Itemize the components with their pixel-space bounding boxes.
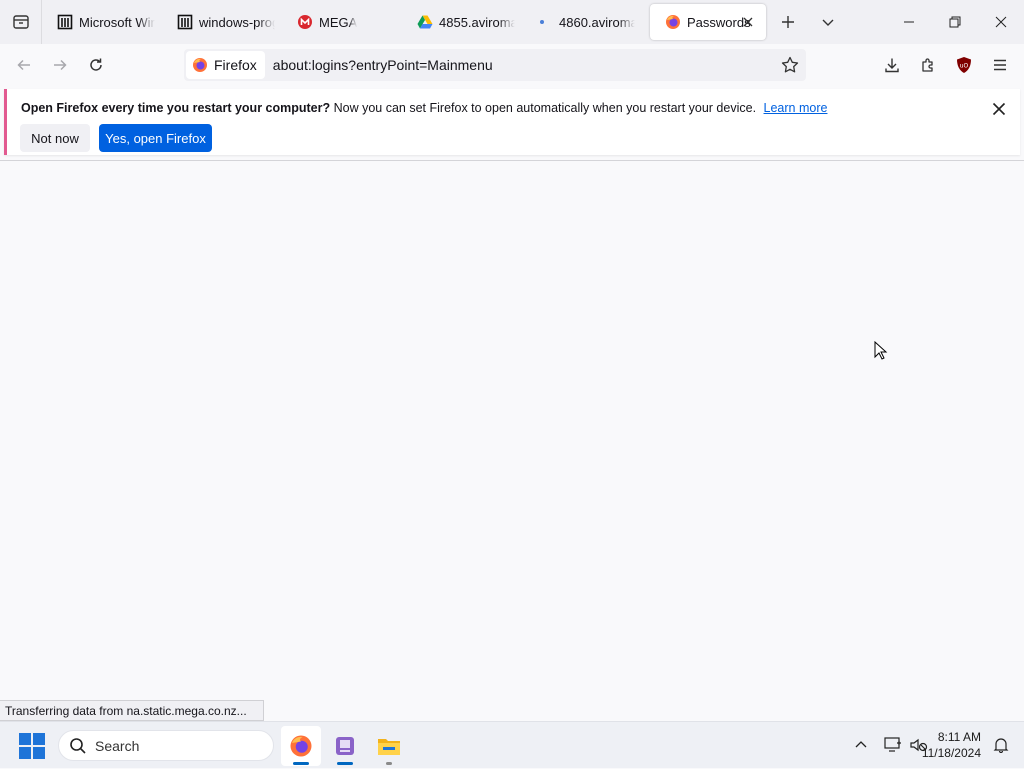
firefox-view-icon: [12, 15, 29, 29]
tab-label: windows-prog: [199, 14, 275, 30]
close-icon: [995, 16, 1007, 28]
toolbar-right: uO: [874, 49, 1018, 81]
taskbar-firefox[interactable]: [281, 726, 321, 766]
chevron-up-icon: [855, 741, 867, 748]
firefox-logo-icon: [665, 14, 681, 30]
identity-label: Firefox: [214, 57, 257, 73]
tab-passwords[interactable]: Passwords: [650, 4, 766, 40]
default-browser-notification: Open Firefox every time you restart your…: [4, 89, 1020, 155]
archive-icon: [57, 14, 73, 30]
clock-date: 11/18/2024: [921, 746, 981, 760]
taskbar-clock[interactable]: 8:11 AM 11/18/2024: [922, 729, 981, 761]
mega-logo-icon: [297, 14, 313, 30]
tab-label: MEGA: [319, 14, 358, 30]
learn-more-link[interactable]: Learn more: [764, 101, 828, 115]
restore-button[interactable]: [932, 0, 978, 44]
chevron-down-icon: [822, 19, 834, 26]
taskbar-search-box[interactable]: Search: [58, 730, 274, 761]
running-indicator: [337, 762, 353, 765]
running-indicator: [386, 762, 392, 765]
reload-icon: [90, 58, 102, 71]
windows-taskbar: Search 8:11 AM 11/18/2024: [0, 721, 1024, 768]
url-text[interactable]: about:logins?entryPoint=Mainmenu: [273, 57, 493, 73]
show-hidden-icons-button[interactable]: [850, 734, 872, 756]
app-window-icon: [336, 737, 354, 755]
new-tab-button[interactable]: [768, 4, 808, 40]
tab-microsoft-win[interactable]: Microsoft Win: [42, 4, 162, 40]
status-panel: Transferring data from na.static.mega.co…: [0, 700, 264, 721]
reload-button[interactable]: [78, 49, 114, 81]
close-window-button[interactable]: [978, 0, 1024, 44]
tab-label: Microsoft Win: [79, 14, 155, 30]
downloads-button[interactable]: [874, 49, 910, 81]
identity-box[interactable]: Firefox: [186, 51, 265, 79]
page-content: [0, 161, 1024, 700]
tab-label: 4855.aviroma: [439, 14, 515, 30]
tab-label: 4860.aviroma: [559, 14, 635, 30]
arrow-left-icon: [17, 59, 30, 71]
loading-dot-icon: [537, 14, 553, 30]
extensions-button[interactable]: [910, 49, 946, 81]
google-drive-icon: [417, 14, 433, 30]
svg-text:uO: uO: [960, 63, 969, 70]
minimize-icon: [904, 21, 914, 23]
tab-4860[interactable]: 4860.aviroma: [522, 4, 642, 40]
address-bar[interactable]: Firefox about:logins?entryPoint=Mainmenu: [184, 49, 806, 81]
list-all-tabs-button[interactable]: [808, 4, 848, 40]
navigation-toolbar: Firefox about:logins?entryPoint=Mainmenu…: [0, 44, 1024, 86]
bell-icon: [993, 738, 1009, 753]
close-icon: [992, 102, 1006, 116]
clock-time: 8:11 AM: [937, 730, 981, 744]
mouse-cursor-icon: [874, 341, 888, 360]
tab-windows-prog[interactable]: windows-prog: [162, 4, 282, 40]
network-icon-button[interactable]: [882, 734, 904, 756]
app-menu-button[interactable]: [982, 49, 1018, 81]
close-notification-button[interactable]: [988, 98, 1010, 120]
firefox-logo-icon: [193, 58, 207, 72]
ublock-shield-icon: uO: [957, 57, 971, 73]
bookmark-star-icon[interactable]: [780, 55, 800, 75]
close-tab-icon[interactable]: [740, 14, 756, 30]
restore-icon: [949, 16, 961, 28]
notifications-button[interactable]: [990, 734, 1012, 756]
taskbar-app-purple[interactable]: [325, 726, 365, 766]
back-button[interactable]: [6, 49, 42, 81]
network-monitor-icon: [884, 737, 901, 752]
search-placeholder: Search: [95, 737, 140, 754]
taskbar-file-explorer[interactable]: [369, 726, 409, 766]
not-now-button[interactable]: Not now: [20, 124, 90, 152]
windows-start-icon[interactable]: [19, 733, 45, 759]
forward-button[interactable]: [42, 49, 78, 81]
archive-icon: [177, 14, 193, 30]
download-icon: [885, 58, 899, 73]
ublock-origin-button[interactable]: uO: [946, 49, 982, 81]
tab-strip: Microsoft Win windows-prog MEGA 4855.avi…: [0, 0, 1024, 44]
minimize-button[interactable]: [886, 0, 932, 44]
hamburger-menu-icon: [994, 59, 1006, 71]
notification-text: Now you can set Firefox to open automati…: [333, 101, 757, 115]
running-indicator: [293, 762, 309, 765]
arrow-right-icon: [54, 59, 67, 71]
tab-mega[interactable]: MEGA: [282, 4, 402, 40]
firefox-logo-icon: [290, 735, 312, 757]
notification-message: Open Firefox every time you restart your…: [21, 101, 827, 115]
yes-open-firefox-button[interactable]: Yes, open Firefox: [99, 124, 212, 152]
firefox-view-button[interactable]: [0, 0, 42, 44]
plus-icon: [782, 16, 794, 28]
tab-4855[interactable]: 4855.aviroma: [402, 4, 522, 40]
folder-icon: [378, 739, 400, 755]
notification-title: Open Firefox every time you restart your…: [21, 101, 331, 115]
search-icon: [70, 737, 86, 754]
puzzle-icon: [922, 58, 933, 72]
system-tray: 8:11 AM 11/18/2024: [824, 722, 1024, 769]
window-controls: [886, 0, 1024, 44]
